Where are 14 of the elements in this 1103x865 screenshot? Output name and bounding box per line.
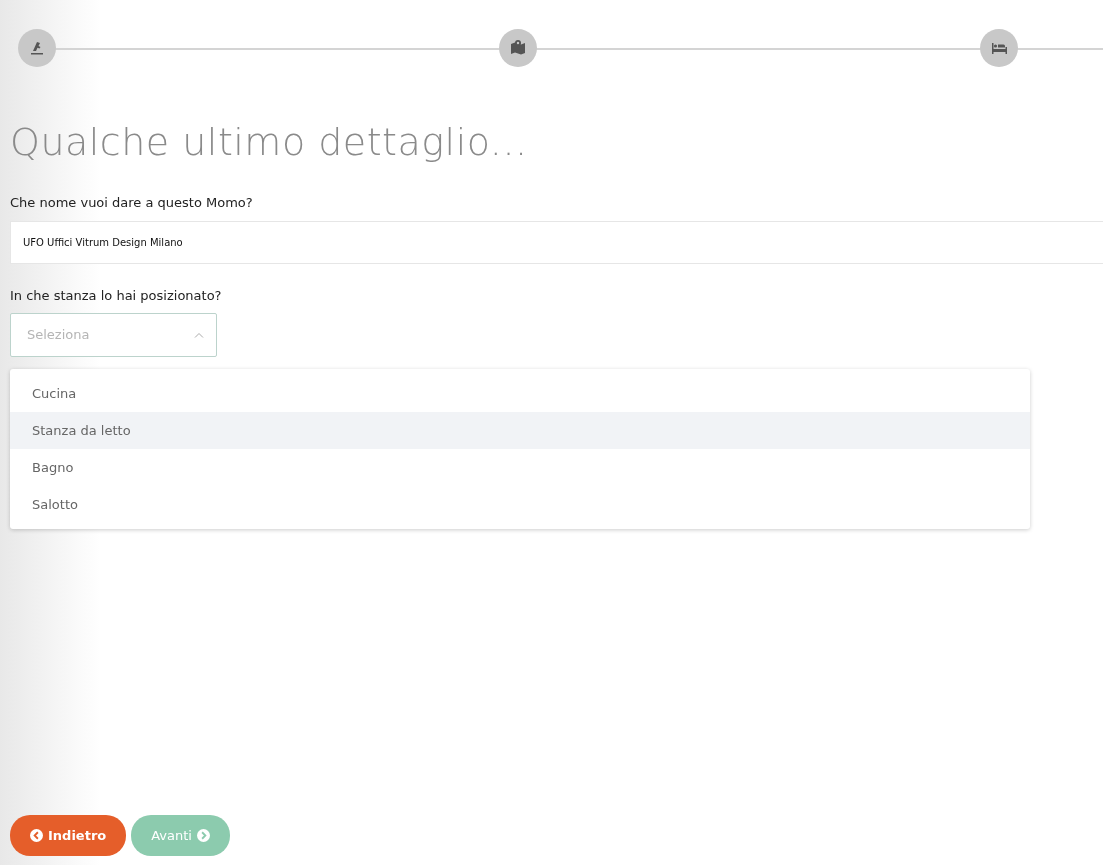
chevron-right-icon xyxy=(197,829,210,842)
dropdown-option[interactable]: Cucina xyxy=(10,375,1030,412)
chevron-icon xyxy=(194,332,204,338)
dropdown-option[interactable]: Bagno xyxy=(10,449,1030,486)
field-label: Che nome vuoi dare a questo Momo? xyxy=(10,194,254,212)
field-label: In che stanza lo hai posizionato? xyxy=(10,286,223,305)
page-title: Qualche ultimo dettaglio... xyxy=(10,119,529,166)
dropdown-option[interactable]: Stanza da letto xyxy=(10,412,1030,449)
chevron-left-icon xyxy=(30,829,43,842)
drill-icon xyxy=(28,39,46,57)
map-icon xyxy=(509,39,527,57)
dropdown-option[interactable]: Salotto xyxy=(10,486,1030,523)
back-button[interactable]: Indietro xyxy=(10,815,127,856)
name-field[interactable]: UFO Uffici Vitrum Design Milano xyxy=(10,220,1103,264)
